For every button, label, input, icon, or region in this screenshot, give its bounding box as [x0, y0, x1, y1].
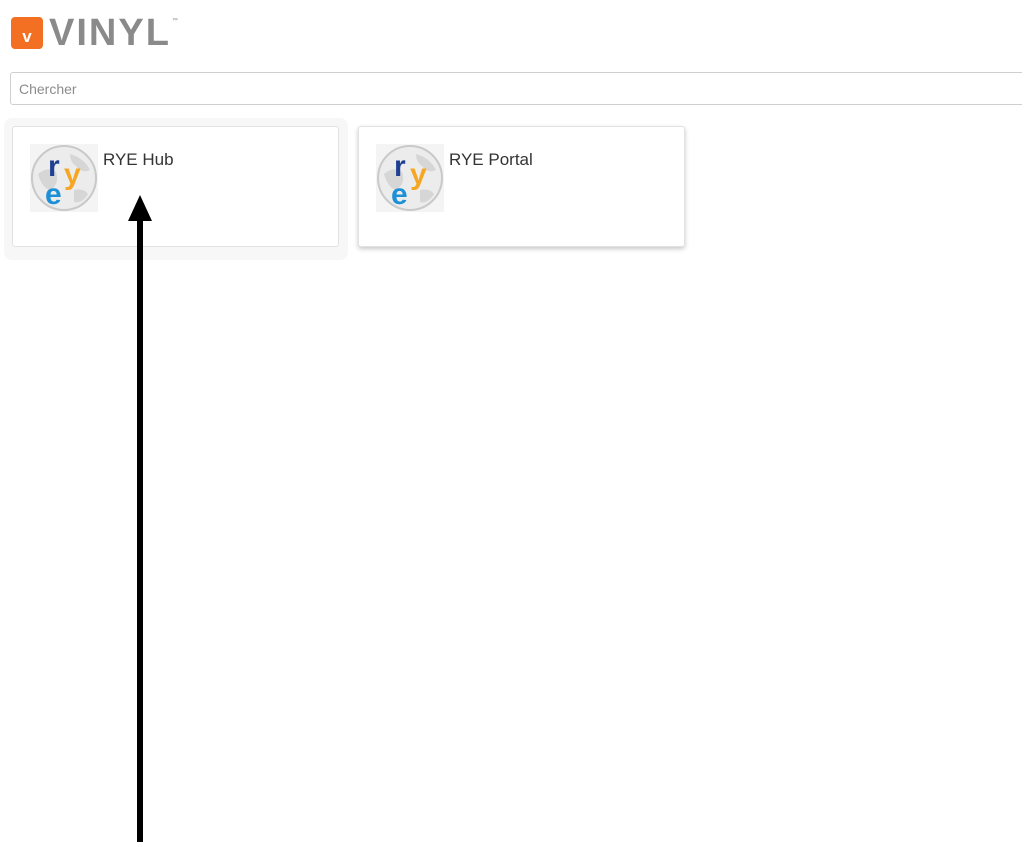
svg-text:e: e: [45, 178, 62, 211]
app-tile-rye-portal[interactable]: r y e RYE Portal: [358, 126, 685, 247]
app-tile-rye-hub[interactable]: r y e RYE Hub: [12, 126, 339, 247]
vinyl-wordmark: VINYL: [49, 12, 171, 54]
black-arrow-up-icon: [128, 195, 152, 842]
app-tile-title: RYE Portal: [449, 150, 533, 169]
vinyl-badge-letter: v: [22, 27, 32, 46]
app-tile-title: RYE Hub: [103, 150, 174, 169]
rye-globe-logo-icon: r y e: [376, 144, 444, 212]
app-launcher-page: v VINYL ™ r y e RYE Hub r y: [0, 0, 1022, 842]
search-input[interactable]: [10, 72, 1022, 105]
vinyl-logo[interactable]: v VINYL ™: [11, 12, 178, 54]
rye-globe-logo-icon: r y e: [30, 144, 98, 212]
svg-text:y: y: [64, 158, 81, 191]
svg-text:y: y: [410, 158, 427, 191]
vinyl-badge-icon: v: [11, 17, 43, 49]
trademark-mark: ™: [171, 18, 178, 24]
svg-text:e: e: [391, 178, 408, 211]
